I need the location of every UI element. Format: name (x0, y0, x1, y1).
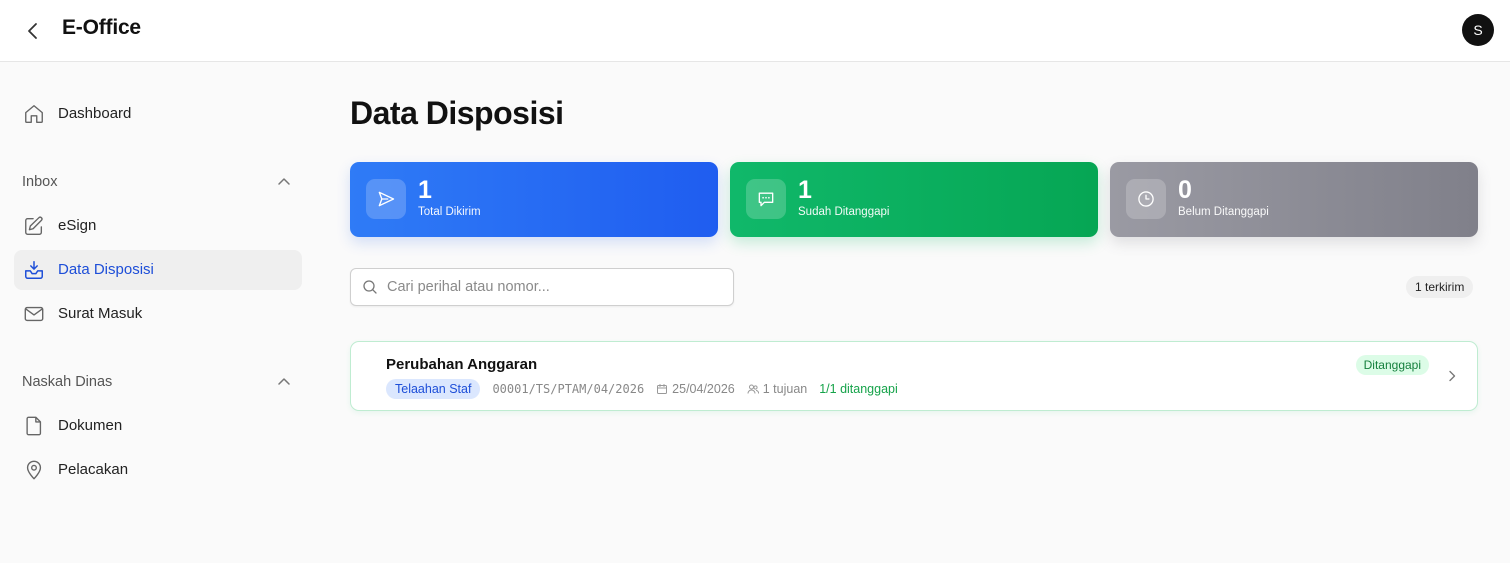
calendar-icon (657, 384, 668, 394)
sidebar-item-label: Dashboard (58, 105, 132, 122)
user-avatar[interactable]: S (1462, 14, 1494, 46)
search-input[interactable] (387, 269, 727, 305)
stat-label: Total Dikirim (418, 206, 481, 218)
stat-value: 1 (798, 176, 812, 204)
sidebar-item-dokumen[interactable]: Dokumen (14, 406, 302, 446)
clock-icon (1138, 191, 1154, 207)
search-box (350, 268, 734, 306)
pen-square-icon (25, 216, 43, 235)
sent-count-badge: 1 terkirim (1406, 276, 1474, 298)
document-number: 00001/TS/PTAM/04/2026 (492, 382, 645, 396)
section-title: Naskah Dinas (22, 374, 113, 390)
stat-card-sudah-ditanggapi: 1 Sudah Ditanggapi (730, 162, 1098, 237)
row-subject: Perubahan Anggaran (386, 356, 538, 373)
users-icon (747, 384, 759, 394)
stat-value: 1 (418, 176, 432, 204)
home-icon (25, 105, 43, 123)
send-icon (378, 191, 395, 207)
top-bar: E-Office S (0, 0, 1510, 62)
sidebar-item-label: Dokumen (58, 417, 123, 434)
page-title: Data Disposisi (350, 95, 564, 131)
sidebar-item-label: Surat Masuk (58, 305, 143, 322)
stat-value: 0 (1178, 176, 1192, 204)
section-header-inbox[interactable]: Inbox (22, 171, 292, 193)
sidebar-item-label: Pelacakan (58, 461, 129, 478)
row-meta: Telaahan Staf 00001/TS/PTAM/04/2026 25/0… (386, 379, 898, 399)
back-button[interactable] (20, 18, 46, 44)
chevron-up-icon (278, 378, 290, 385)
sidebar-item-pelacakan[interactable]: Pelacakan (14, 450, 302, 490)
inbox-icon (25, 261, 43, 279)
sidebar-item-label: eSign (58, 217, 97, 234)
section-title: Inbox (22, 174, 58, 190)
type-badge: Telaahan Staf (386, 379, 481, 399)
sidebar-item-data-disposisi[interactable]: Data Disposisi (14, 250, 302, 290)
chevron-up-icon (278, 178, 290, 185)
stat-card-total-dikirim: 1 Total Dikirim (350, 162, 718, 237)
sidebar-item-label: Data Disposisi (58, 261, 154, 278)
stat-label: Sudah Ditanggapi (798, 206, 890, 218)
search-icon (363, 280, 377, 294)
stat-icon-box (1126, 179, 1166, 219)
map-pin-icon (26, 460, 42, 480)
mail-icon (24, 306, 44, 322)
file-icon (26, 416, 42, 436)
chevron-right-icon (1449, 370, 1456, 382)
sidebar-item-esign[interactable]: eSign (14, 206, 302, 246)
stat-label: Belum Ditanggapi (1178, 206, 1269, 218)
stat-card-belum-ditanggapi: 0 Belum Ditanggapi (1110, 162, 1478, 237)
section-header-naskah-dinas[interactable]: Naskah Dinas (22, 371, 292, 393)
sidebar-item-dashboard[interactable]: Dashboard (14, 94, 302, 134)
chevron-left-icon (28, 23, 37, 39)
status-badge: Ditanggapi (1355, 355, 1429, 375)
message-icon (758, 192, 774, 207)
sidebar: Dashboard Inbox eSign Data Disposisi Sur… (0, 63, 318, 563)
row-responses: 1/1 ditanggapi (819, 382, 898, 396)
sidebar-item-surat-masuk[interactable]: Surat Masuk (14, 294, 302, 334)
app-title: E-Office (62, 16, 141, 39)
disposition-row[interactable]: Perubahan Anggaran Telaahan Staf 00001/T… (350, 341, 1478, 411)
stat-icon-box (366, 179, 406, 219)
row-date: 25/04/2026 (672, 382, 735, 396)
stat-icon-box (746, 179, 786, 219)
row-recipients: 1 tujuan (762, 382, 808, 396)
